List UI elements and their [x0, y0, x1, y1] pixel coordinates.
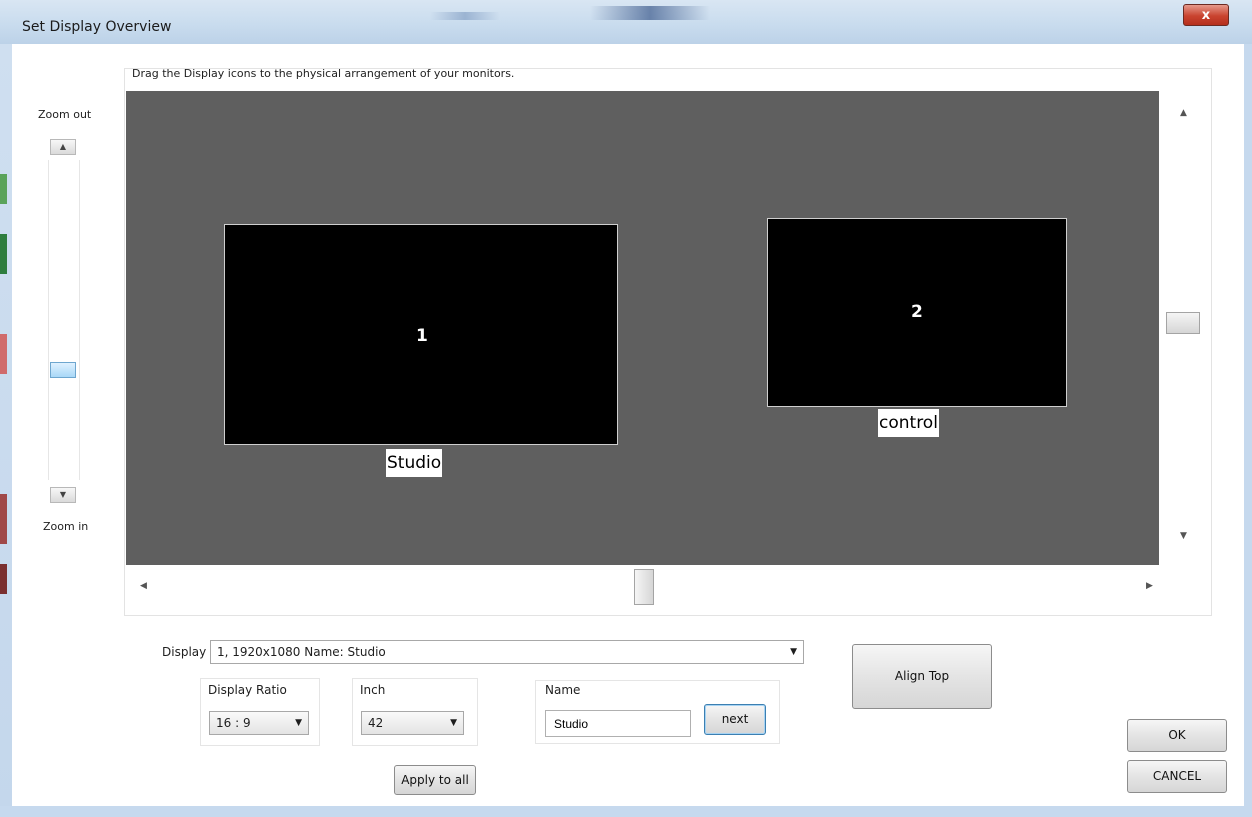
zoom-in-label: Zoom in — [43, 520, 89, 533]
chevron-down-icon: ▼ — [450, 718, 457, 728]
display-icon-1[interactable]: 1 — [224, 224, 618, 445]
close-button[interactable]: x — [1183, 4, 1229, 26]
window-title: Set Display Overview — [22, 19, 172, 35]
title-bar-decoration — [590, 6, 710, 20]
display-arrangement-canvas[interactable]: 1 Studio 2 control — [126, 91, 1159, 565]
inch-label: Inch — [360, 683, 386, 697]
display-name-label: control — [878, 409, 939, 437]
window-bottom-border — [0, 806, 1252, 817]
display-select-label: Display : — [162, 645, 215, 659]
scroll-left-button[interactable]: ◀ — [140, 581, 147, 591]
ok-button[interactable]: OK — [1127, 719, 1227, 752]
zoom-out-label: Zoom out — [38, 108, 92, 121]
cancel-button[interactable]: CANCEL — [1127, 760, 1227, 793]
window-right-border — [1244, 44, 1252, 817]
vertical-scroll-thumb[interactable] — [1166, 312, 1200, 334]
display-icon-2[interactable]: 2 — [767, 218, 1067, 407]
scroll-right-button[interactable]: ▶ — [1146, 581, 1153, 591]
title-bar[interactable]: Set Display Overview x — [0, 0, 1252, 45]
scroll-up-button[interactable]: ▲ — [1180, 108, 1187, 118]
inch-value: 42 — [368, 716, 384, 730]
chevron-down-icon: ▼ — [790, 647, 797, 657]
name-label: Name — [545, 683, 581, 697]
instruction-text: Drag the Display icons to the physical a… — [132, 67, 515, 80]
name-input[interactable] — [545, 710, 691, 737]
title-bar-decoration — [430, 12, 500, 20]
display-ratio-select[interactable]: 16 : 9 ▼ — [209, 711, 309, 735]
apply-to-all-button[interactable]: Apply to all — [394, 765, 476, 795]
display-ratio-value: 16 : 9 — [216, 716, 251, 730]
display-number: 2 — [911, 302, 923, 322]
zoom-slider-thumb[interactable] — [50, 362, 76, 378]
chevron-down-icon: ▼ — [295, 718, 302, 728]
display-select-value: 1, 1920x1080 Name: Studio — [217, 645, 386, 659]
display-ratio-label: Display Ratio — [208, 683, 287, 697]
window-left-border — [0, 44, 12, 817]
display-number: 1 — [416, 326, 428, 346]
scroll-down-button[interactable]: ▼ — [1180, 531, 1187, 541]
display-name-label: Studio — [386, 449, 443, 477]
display-select[interactable]: 1, 1920x1080 Name: Studio ▼ — [210, 640, 804, 664]
zoom-in-button[interactable]: ▼ — [50, 487, 76, 503]
next-button[interactable]: next — [704, 704, 766, 735]
zoom-out-button[interactable]: ▲ — [50, 139, 76, 155]
inch-select[interactable]: 42 ▼ — [361, 711, 464, 735]
horizontal-scroll-thumb[interactable] — [634, 569, 654, 605]
zoom-slider-track[interactable] — [48, 160, 80, 480]
align-top-button[interactable]: Align Top — [852, 644, 992, 709]
